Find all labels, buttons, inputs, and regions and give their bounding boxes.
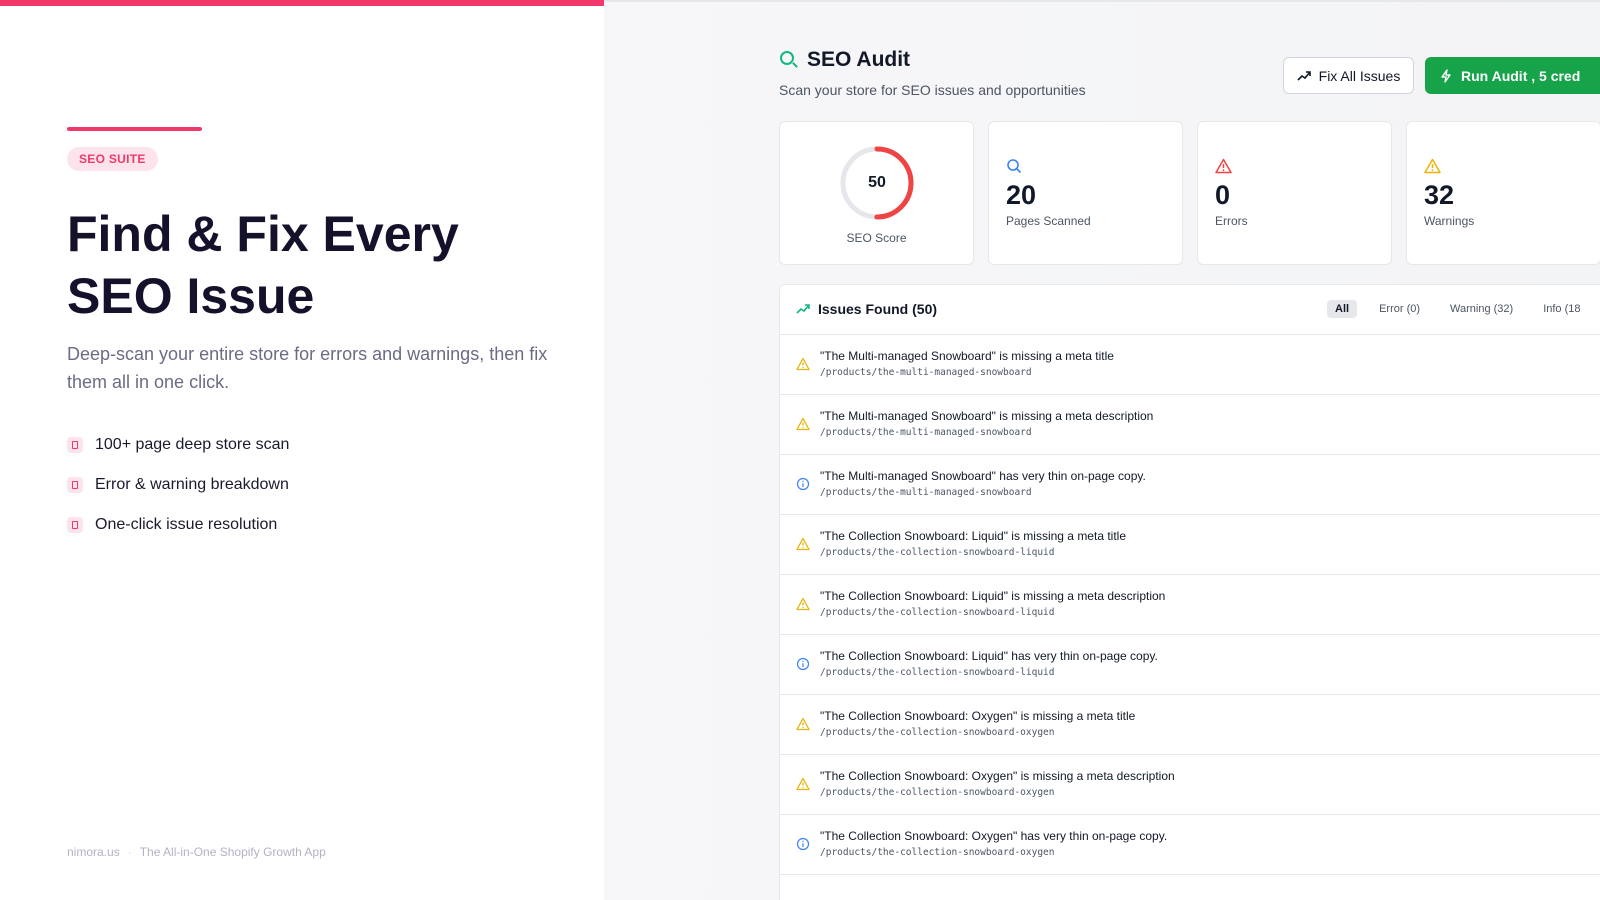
feature-label: 100+ page deep store scan: [95, 436, 290, 453]
issue-title: "The Collection Snowboard: Oxygen" is mi…: [820, 709, 1136, 723]
seo-score-value: 50: [868, 174, 886, 191]
issue-row[interactable]: "The Multi-managed Snowboard" is missing…: [780, 335, 1600, 395]
issue-path: /products/the-collection-snowboard-oxyge…: [820, 787, 1055, 798]
accent-rule: [67, 127, 202, 131]
issues-title: Issues Found (50): [796, 301, 937, 317]
errors-card: 0 Errors: [1197, 121, 1392, 265]
issue-row[interactable]: "The Collection Snowboard: Oxygen" is mi…: [780, 695, 1600, 755]
headline: Find & Fix Every SEO Issue: [67, 203, 587, 327]
error-triangle-icon: [1215, 158, 1232, 174]
filter-tab-info[interactable]: Info (18: [1535, 300, 1588, 318]
warning-triangle-icon: [796, 357, 810, 371]
issue-row[interactable]: "The Collection Snowboard: Liquid" is mi…: [780, 575, 1600, 635]
bookmark-icon: [67, 517, 83, 533]
headline-line-2: SEO Issue: [67, 268, 315, 324]
warnings-card: 32 Warnings: [1406, 121, 1600, 265]
footer-separator: ·: [127, 845, 132, 859]
filter-tab-warning[interactable]: Warning (32): [1442, 300, 1521, 318]
issue-title: "The Collection Snowboard: Liquid" is mi…: [820, 529, 1126, 543]
issues-title-text: Issues Found (50): [818, 301, 938, 317]
footer-site: nimora.us: [67, 845, 120, 859]
headline-line-1: Find & Fix Every: [67, 206, 459, 262]
issue-title: "The Collection Snowboard: Liquid" is mi…: [820, 589, 1166, 603]
issue-title: "The Multi-managed Snowboard" is missing…: [820, 409, 1154, 423]
feature-label: Error & warning breakdown: [95, 476, 289, 493]
run-audit-button[interactable]: Run Audit , 5 cred: [1425, 57, 1600, 94]
issue-path: /products/the-collection-snowboard-oxyge…: [820, 847, 1055, 858]
warning-triangle-icon: [1424, 158, 1441, 174]
issue-row[interactable]: "The Multi-managed Snowboard" has very t…: [780, 455, 1600, 515]
suite-badge: SEO SUITE: [67, 147, 158, 171]
filter-tab-all[interactable]: All: [1327, 300, 1358, 318]
issue-path: /products/the-collection-snowboard-oxyge…: [820, 727, 1055, 738]
bookmark-icon: [67, 477, 83, 493]
app-panel: SEO Audit Scan your store for SEO issues…: [604, 0, 1600, 900]
warning-triangle-icon: [796, 417, 810, 431]
issue-row[interactable]: "The Collection Snowboard: Oxygen" has v…: [780, 815, 1600, 875]
info-circle-icon: [796, 477, 810, 491]
errors-label: Errors: [1215, 214, 1248, 228]
search-icon: [1007, 159, 1022, 174]
issue-path: /products/the-multi-managed-snowboard: [820, 487, 1032, 498]
feature-item: 100+ page deep store scan: [67, 425, 289, 465]
feature-list: 100+ page deep store scan Error & warnin…: [67, 425, 289, 545]
info-circle-icon: [796, 657, 810, 671]
run-audit-label: Run Audit , 5 cred: [1461, 67, 1581, 84]
issue-filter-tabs: All Error (0) Warning (32) Info (18: [1327, 300, 1589, 318]
feature-label: One-click issue resolution: [95, 516, 278, 533]
footer: nimora.us · The All-in-One Shopify Growt…: [67, 845, 326, 859]
issue-row[interactable]: "The Collection Snowboard: Liquid" is mi…: [780, 515, 1600, 575]
issue-row[interactable]: "The Multi-managed Snowboard" is missing…: [780, 395, 1600, 455]
issue-path: /products/the-multi-managed-snowboard: [820, 367, 1032, 378]
stats-row: 50 SEO Score 20 Pages Scanned 0 Errors 3…: [779, 121, 1600, 265]
feature-item: Error & warning breakdown: [67, 465, 289, 505]
marketing-panel: SEO SUITE Find & Fix Every SEO Issue Dee…: [0, 0, 604, 900]
warnings-label: Warnings: [1424, 214, 1475, 228]
pages-scanned-label: Pages Scanned: [1006, 214, 1091, 228]
seo-score-card: 50 SEO Score: [779, 121, 974, 265]
issue-title: "The Collection Snowboard: Liquid" has v…: [820, 649, 1158, 663]
warning-triangle-icon: [796, 597, 810, 611]
info-circle-icon: [796, 837, 810, 851]
filter-tab-error[interactable]: Error (0): [1371, 300, 1428, 318]
issue-title: "The Collection Snowboard: Oxygen" is mi…: [820, 769, 1175, 783]
issue-title: "The Multi-managed Snowboard" is missing…: [820, 349, 1114, 363]
bookmark-icon: [67, 437, 83, 453]
issue-list: "The Multi-managed Snowboard" is missing…: [780, 335, 1600, 875]
top-accent-bar: [0, 0, 604, 6]
app-topline: [604, 0, 1600, 2]
warning-triangle-icon: [796, 777, 810, 791]
pages-scanned-value: 20: [1006, 180, 1037, 210]
fix-all-issues-label: Fix All Issues: [1318, 67, 1401, 84]
trending-up-icon: [796, 304, 810, 314]
issue-row[interactable]: "The Collection Snowboard: Oxygen" is mi…: [780, 755, 1600, 815]
issue-path: /products/the-collection-snowboard-liqui…: [820, 667, 1055, 678]
fix-all-issues-button[interactable]: Fix All Issues: [1283, 57, 1414, 94]
issue-path: /products/the-collection-snowboard-liqui…: [820, 547, 1055, 558]
issue-title: "The Multi-managed Snowboard" has very t…: [820, 469, 1146, 483]
pages-scanned-card: 20 Pages Scanned: [988, 121, 1183, 265]
warning-triangle-icon: [796, 537, 810, 551]
errors-value: 0: [1215, 180, 1231, 210]
trending-up-icon: [1297, 70, 1311, 81]
warning-triangle-icon: [796, 717, 810, 731]
issues-panel: Issues Found (50) All Error (0) Warning …: [779, 284, 1600, 900]
feature-item: One-click issue resolution: [67, 505, 289, 545]
seo-score-gauge: 50: [838, 144, 916, 222]
issue-row[interactable]: "The Collection Snowboard: Liquid" has v…: [780, 635, 1600, 695]
footer-tagline: The All-in-One Shopify Growth App: [139, 845, 326, 859]
issues-header: Issues Found (50) All Error (0) Warning …: [780, 285, 1600, 335]
lightning-icon: [1441, 68, 1451, 83]
issue-path: /products/the-collection-snowboard-liqui…: [820, 607, 1055, 618]
warnings-value: 32: [1424, 180, 1455, 210]
issue-title: "The Collection Snowboard: Oxygen" has v…: [820, 829, 1168, 843]
seo-score-label: SEO Score: [846, 231, 907, 245]
page-title: SEO Audit: [807, 48, 911, 71]
search-icon: [779, 50, 799, 70]
issue-path: /products/the-multi-managed-snowboard: [820, 427, 1032, 438]
subhead: Deep-scan your entire store for errors a…: [67, 344, 548, 392]
